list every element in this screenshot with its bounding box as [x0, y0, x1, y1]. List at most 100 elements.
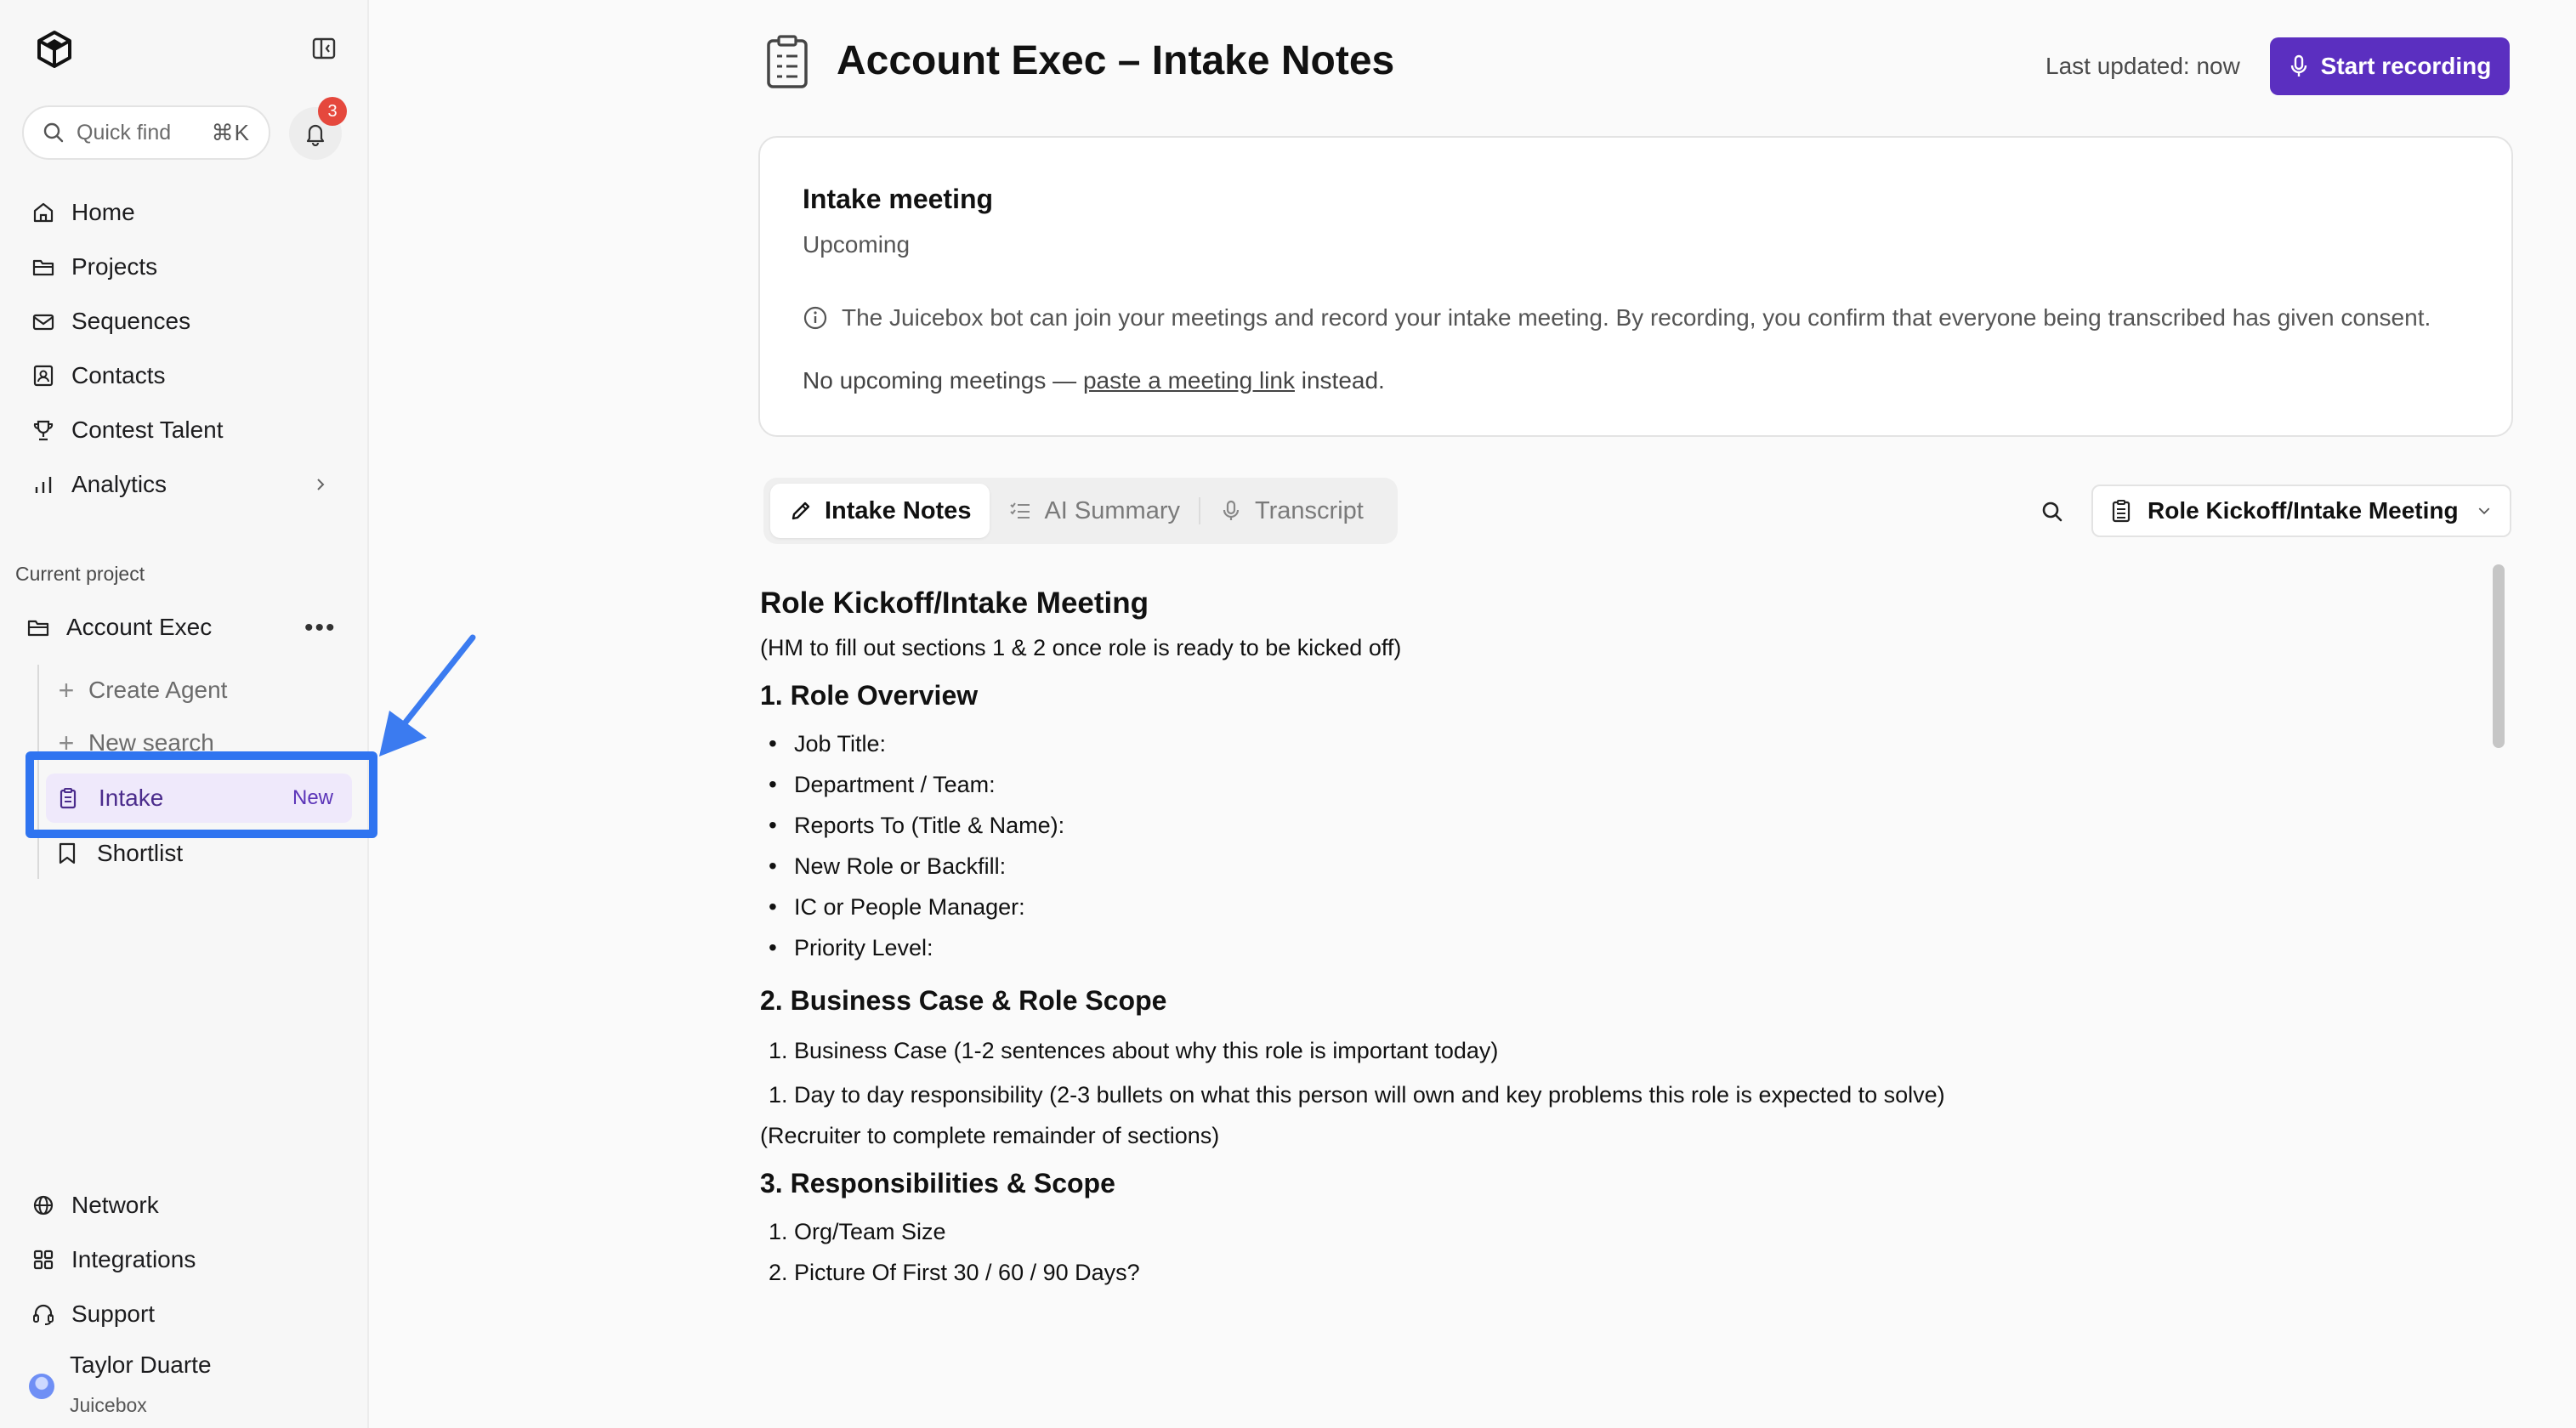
paste-meeting-link[interactable]: paste a meeting link: [1083, 367, 1295, 394]
no-meetings-suffix: instead.: [1294, 367, 1385, 394]
list-item: 1. Business Case (1-2 sentences about why…: [769, 1038, 1499, 1063]
home-icon: [33, 202, 54, 223]
scrollbar-thumb[interactable]: [2493, 564, 2505, 748]
notes-tabs: Intake Notes AI Summary Transcript: [763, 478, 1398, 544]
nav-item-label: Projects: [71, 253, 158, 280]
chevron-right-icon: [317, 479, 325, 490]
project-more-icon[interactable]: •••: [304, 614, 337, 643]
shortlist-label: Shortlist: [97, 840, 184, 866]
sidebar: Quick find ⌘K 3 Home Projects Sequences …: [0, 0, 369, 1428]
document-select[interactable]: Role Kickoff/Intake Meeting: [2091, 484, 2511, 537]
meeting-info: The Juicebox bot can join your meetings …: [803, 304, 2431, 332]
collapse-sidebar-icon[interactable]: [311, 36, 337, 61]
section-heading: 3. Responsibilities & Scope: [760, 1168, 1115, 1198]
user-name: Taylor Duarte: [70, 1352, 212, 1378]
create-agent-label: Create Agent: [88, 677, 228, 703]
tab-label: Transcript: [1254, 496, 1364, 524]
pencil-icon: [792, 502, 810, 520]
nav-item-label: Network: [71, 1192, 159, 1218]
nav-item-label: Contacts: [71, 362, 166, 388]
project-name: Account Exec: [66, 614, 213, 640]
no-meetings-text: No upcoming meetings — paste a meeting l…: [803, 367, 1385, 394]
tab-ai-summary[interactable]: AI Summary: [990, 484, 1199, 538]
tab-label: Intake Notes: [825, 496, 972, 524]
nav-item-support[interactable]: Support: [0, 1287, 369, 1341]
business-case-list: 1. Business Case (1-2 sentences about why…: [760, 1028, 2443, 1117]
no-meetings-prefix: No upcoming meetings —: [803, 367, 1083, 394]
meeting-status: Upcoming: [803, 231, 911, 258]
nav-item-analytics[interactable]: Analytics: [0, 457, 369, 512]
list-item: IC or People Manager:: [769, 887, 2443, 927]
doc-title: Role Kickoff/Intake Meeting: [760, 586, 1149, 620]
search-icon[interactable]: [2039, 498, 2066, 525]
bell-icon: [306, 124, 325, 146]
microphone-icon: [2290, 54, 2306, 76]
nav-item-label: Support: [71, 1300, 156, 1327]
list-item: Job Title:: [769, 723, 2443, 764]
bookmark-icon: [59, 842, 76, 864]
avatar: [29, 1374, 54, 1399]
tab-label: AI Summary: [1044, 496, 1180, 524]
nav-item-label: Integrations: [71, 1246, 196, 1272]
highlight-box: [26, 751, 377, 838]
nav-item-contest-talent[interactable]: Contest Talent: [0, 403, 369, 457]
list-item: Department / Team:: [769, 764, 2443, 805]
headset-icon: [33, 1304, 54, 1325]
nav-item-label: Analytics: [71, 471, 167, 497]
grid-icon: [33, 1250, 54, 1270]
search-icon: [43, 122, 64, 143]
nav-item-label: Sequences: [71, 308, 191, 334]
section-heading: 1. Role Overview: [760, 680, 979, 711]
intake-notes-editor[interactable]: Role Kickoff/Intake Meeting (HM to fill …: [760, 586, 2443, 1352]
create-agent-button[interactable]: + Create Agent: [56, 666, 228, 714]
quick-find-input[interactable]: Quick find ⌘K: [22, 105, 270, 160]
globe-icon: [33, 1195, 54, 1216]
meeting-info-text: The Juicebox bot can join your meetings …: [842, 304, 2431, 331]
project-account-exec[interactable]: Account Exec: [26, 602, 349, 653]
user-org: Juicebox: [70, 1394, 147, 1416]
start-recording-label: Start recording: [2320, 53, 2492, 79]
nav-item-label: Home: [71, 199, 135, 225]
mail-icon: [32, 314, 54, 331]
intake-meeting-card: Intake meeting Upcoming The Juicebox bot…: [758, 136, 2513, 437]
section-heading: 2. Business Case & Role Scope: [760, 985, 1167, 1016]
tab-transcript[interactable]: Transcript: [1200, 484, 1382, 538]
last-updated-text: Last updated: now: [2045, 53, 2240, 79]
tab-intake-notes[interactable]: Intake Notes: [770, 484, 990, 538]
list-item: 2. Picture Of First 30 / 60 / 90 Days?: [769, 1260, 1140, 1285]
list-item: 1. Day to day responsibility (2-3 bullets…: [769, 1082, 1945, 1108]
role-overview-list: Job Title: Department / Team: Reports To…: [760, 723, 2443, 968]
folder-icon: [32, 259, 54, 276]
list-item: New Role or Backfill:: [769, 846, 2443, 887]
document-select-value: Role Kickoff/Intake Meeting: [2148, 497, 2459, 524]
microphone-icon: [1223, 500, 1240, 520]
responsibilities-list: 1. Org/Team Size 2. Picture Of First 30 / …: [760, 1211, 2443, 1293]
clipboard-icon: [767, 35, 808, 88]
nav-item-home[interactable]: Home: [0, 185, 369, 240]
plus-icon: +: [58, 674, 75, 706]
info-icon: [803, 306, 827, 330]
nav-item-integrations[interactable]: Integrations: [0, 1232, 369, 1287]
list-item: Reports To (Title & Name):: [769, 805, 2443, 846]
notification-count-badge: 3: [318, 97, 347, 126]
start-recording-button[interactable]: Start recording: [2270, 37, 2510, 95]
contact-icon: [33, 365, 54, 387]
list-check-icon: [1010, 502, 1030, 518]
nav-item-label: Contest Talent: [71, 416, 224, 443]
juicebox-logo-icon[interactable]: [34, 29, 75, 70]
nav-item-projects[interactable]: Projects: [0, 240, 369, 294]
folder-icon: [27, 620, 49, 637]
recruiter-note: (Recruiter to complete remainder of sect…: [760, 1123, 1220, 1148]
current-project-label: Current project: [15, 563, 145, 585]
clipboard-icon: [2112, 500, 2131, 523]
quick-find-shortcut: ⌘K: [211, 119, 250, 145]
list-item: Priority Level:: [769, 927, 2443, 968]
nav-item-sequences[interactable]: Sequences: [0, 294, 369, 348]
page-title: Account Exec – Intake Notes: [837, 38, 1395, 83]
list-item: 1. Org/Team Size: [769, 1219, 946, 1244]
chevron-down-icon: [2478, 507, 2490, 515]
meeting-title: Intake meeting: [803, 184, 994, 214]
nav-item-network[interactable]: Network: [0, 1178, 369, 1232]
doc-subtitle: (HM to fill out sections 1 & 2 once role…: [760, 635, 1402, 660]
nav-item-contacts[interactable]: Contacts: [0, 348, 369, 403]
